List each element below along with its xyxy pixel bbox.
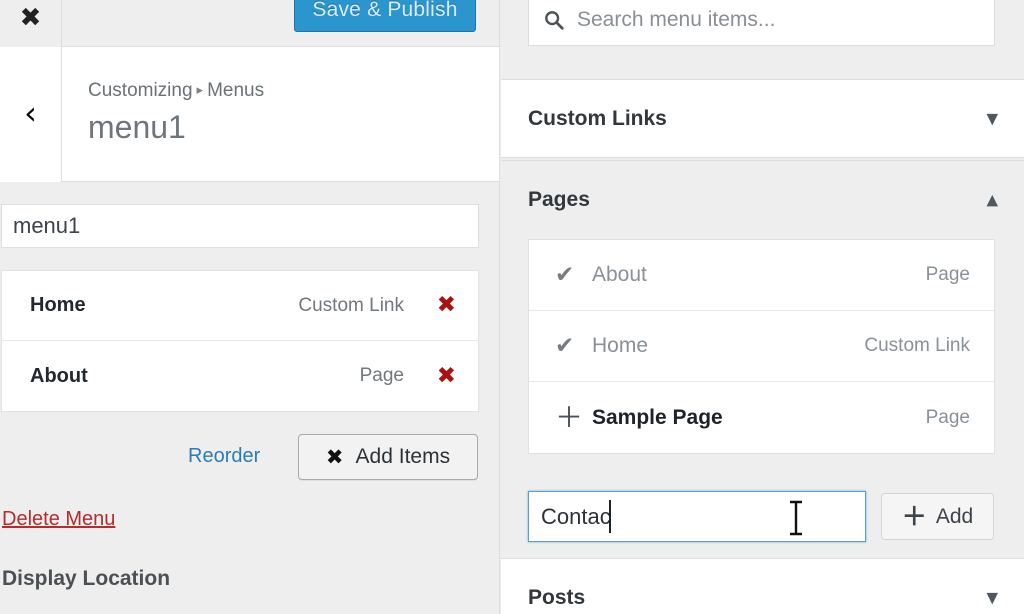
chevron-down-icon: ▼ xyxy=(986,588,998,606)
available-item-type: Custom Link xyxy=(864,335,970,356)
list-item[interactable]: ＋ Sample Page Page xyxy=(529,382,994,453)
menu-item-title: Home xyxy=(30,294,86,316)
available-item-title: About xyxy=(592,263,647,286)
accordion-posts[interactable]: Posts ▼ xyxy=(501,558,1024,614)
available-pages-list: ✔ About Page ✔ Home Custom Link ＋ Sample… xyxy=(528,239,995,454)
reorder-link[interactable]: Reorder xyxy=(188,445,260,468)
wordpress-customizer-menus-screen: ✖ Save & Publish ‹ Customizing ▸ Menus men… xyxy=(0,0,1024,614)
add-button-label: Add xyxy=(935,504,974,528)
display-location-heading: Display Location xyxy=(2,567,171,590)
breadcrumb-current: Menus xyxy=(207,80,265,101)
delete-menu-item-icon[interactable]: ✖ xyxy=(437,294,456,317)
accordion-pages[interactable]: Pages ▲ xyxy=(501,160,1024,239)
text-caret xyxy=(609,500,611,533)
chevron-up-icon: ▲ xyxy=(986,190,998,209)
menu-item-title: About xyxy=(30,364,88,387)
menu-item-type: Custom Link xyxy=(298,294,404,316)
back-to-panels-button[interactable]: ‹ xyxy=(0,47,62,182)
close-icon: ✖ xyxy=(19,2,42,33)
breadcrumb-root: Customizing xyxy=(88,80,193,101)
accordion-custom-links-label: Custom Links xyxy=(528,106,667,130)
chevron-left-icon: ‹ xyxy=(24,93,37,132)
close-customizer-button[interactable]: ✖ xyxy=(0,0,62,47)
menu-items-list: Home Custom Link ✖ About Page ✖ xyxy=(1,270,479,412)
add-items-button[interactable]: ✖ Add Items xyxy=(298,434,478,480)
available-item-title: Home xyxy=(592,334,649,357)
menu-item-type: Page xyxy=(359,365,404,386)
chevron-down-icon: ▼ xyxy=(986,109,998,127)
check-icon: ✔ xyxy=(555,332,575,359)
close-x-icon: ✖ xyxy=(325,444,344,469)
breadcrumb-separator-icon: ▸ xyxy=(196,82,204,97)
plus-icon: ＋ xyxy=(555,400,584,434)
list-item[interactable]: ✔ Home Custom Link xyxy=(529,311,994,382)
save-button-label: Save & Publish xyxy=(312,0,458,21)
delete-menu-link[interactable]: Delete Menu xyxy=(2,508,115,531)
plus-icon: ＋ xyxy=(901,502,927,531)
accordion-posts-label: Posts xyxy=(528,585,586,609)
available-item-title: Sample Page xyxy=(592,405,723,429)
search-icon xyxy=(545,11,564,30)
table-row[interactable]: Home Custom Link ✖ xyxy=(2,271,478,341)
custom-link-input[interactable] xyxy=(528,491,866,542)
available-item-type: Page xyxy=(925,406,970,428)
add-items-button-label: Add Items xyxy=(355,445,451,468)
add-custom-link-button[interactable]: ＋ Add xyxy=(881,493,994,540)
save-and-publish-button[interactable]: Save & Publish xyxy=(294,0,476,32)
accordion-custom-links[interactable]: Custom Links ▼ xyxy=(501,79,1024,158)
delete-menu-item-icon[interactable]: ✖ xyxy=(437,364,456,388)
search-input[interactable] xyxy=(577,0,987,45)
menu-name-input[interactable] xyxy=(1,204,479,248)
available-item-type: Page xyxy=(925,264,970,285)
check-icon: ✔ xyxy=(555,261,575,288)
panel-section-header: ‹ Customizing ▸ Menus menu1 xyxy=(0,47,499,182)
list-item[interactable]: ✔ About Page xyxy=(529,240,994,311)
search-field-wrapper[interactable] xyxy=(528,0,995,46)
accordion-pages-label: Pages xyxy=(528,188,590,211)
breadcrumb: Customizing ▸ Menus xyxy=(88,80,264,102)
table-row[interactable]: About Page ✖ xyxy=(2,341,478,411)
customizer-left-panel: ✖ Save & Publish ‹ Customizing ▸ Menus men… xyxy=(0,0,500,614)
customizer-topbar: ✖ Save & Publish xyxy=(0,0,499,47)
page-title: menu1 xyxy=(88,109,186,145)
